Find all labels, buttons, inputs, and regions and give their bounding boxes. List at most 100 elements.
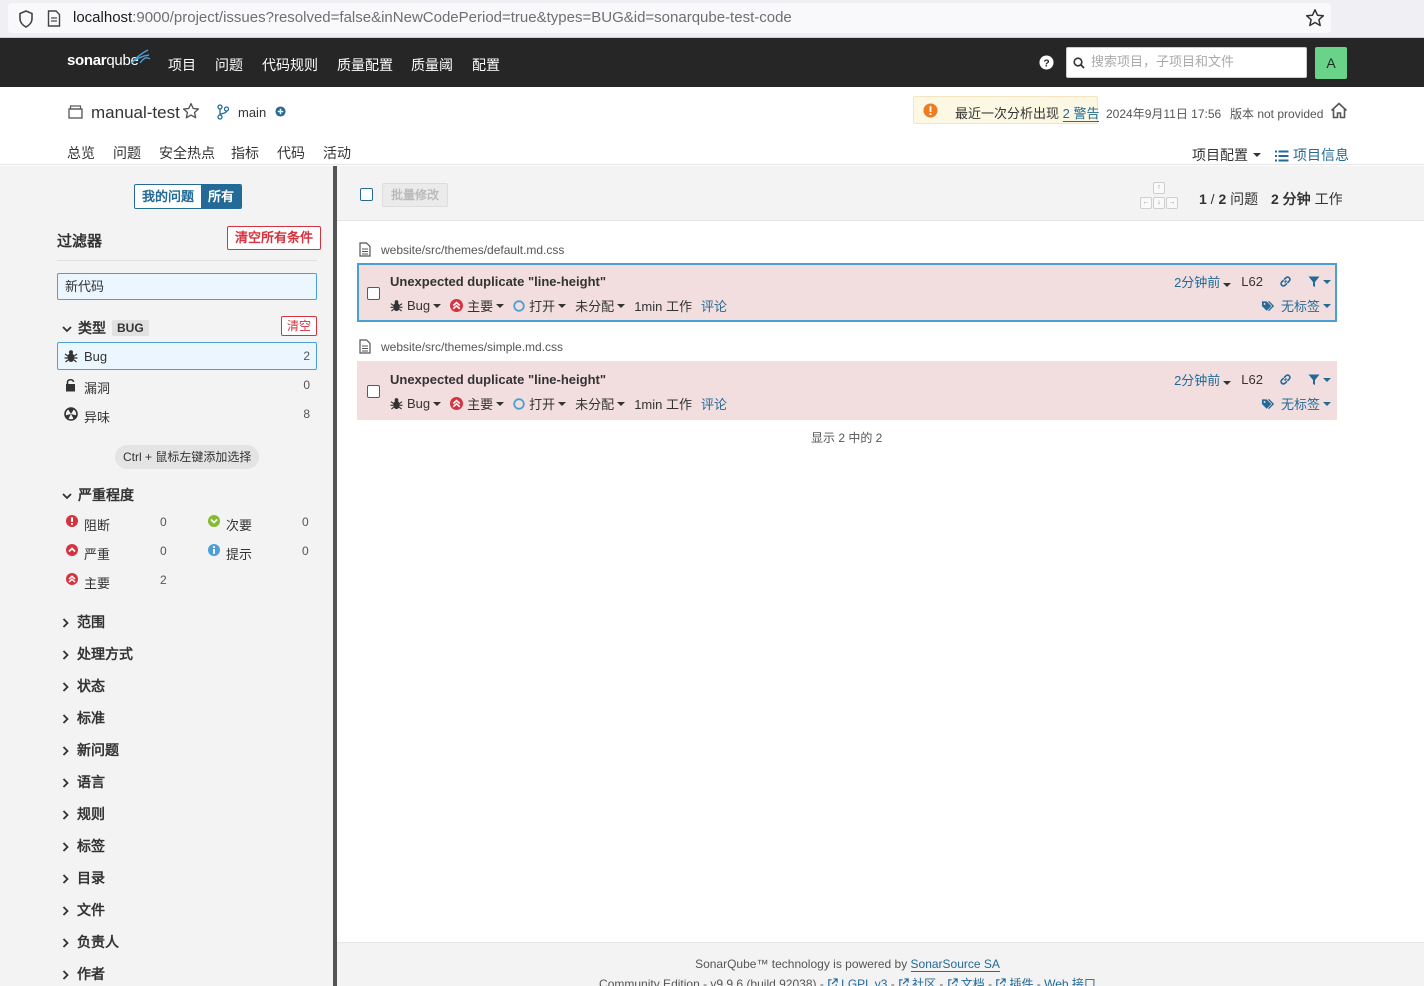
- facet-resolution[interactable]: 处理方式: [62, 644, 133, 664]
- facet-type-clear-button[interactable]: 清空: [281, 316, 318, 336]
- issue-type-dropdown[interactable]: Bug: [390, 396, 442, 411]
- analysis-date: 2024年9月11日 17:56: [1106, 107, 1222, 121]
- severity-filter-minor[interactable]: 次要 0: [208, 512, 318, 534]
- project-info-link[interactable]: 项目信息: [1275, 145, 1349, 165]
- help-icon[interactable]: ?: [1039, 55, 1054, 70]
- nav-quality-profiles[interactable]: 质量配置: [337, 55, 393, 75]
- type-filter-vulnerability[interactable]: 漏洞 0: [57, 371, 317, 399]
- license-link[interactable]: LGPL v3: [827, 977, 887, 986]
- favorite-star-icon[interactable]: [182, 102, 200, 120]
- bug-icon: [390, 398, 403, 410]
- permalink-icon[interactable]: [1279, 373, 1292, 386]
- facet-new-issues[interactable]: 新问题: [62, 740, 119, 760]
- tab-code[interactable]: 代码: [277, 143, 305, 163]
- type-filter-code-smell[interactable]: 异味 8: [57, 400, 317, 428]
- chevron-right-icon: [62, 810, 69, 820]
- branch-add-icon[interactable]: [275, 106, 286, 117]
- branch-name[interactable]: main: [238, 105, 266, 120]
- facet-type-header[interactable]: 类型: [62, 318, 106, 338]
- select-all-checkbox[interactable]: [360, 188, 373, 201]
- project-settings-dropdown[interactable]: 项目配置: [1192, 145, 1261, 165]
- chevron-right-icon: [62, 938, 69, 948]
- issue-changelog-dropdown[interactable]: 2分钟前: [1174, 370, 1232, 389]
- issue-checkbox[interactable]: [367, 385, 380, 398]
- issue-message[interactable]: Unexpected duplicate "line-height": [390, 372, 606, 387]
- issue-row[interactable]: Unexpected duplicate "line-height" Bug 主…: [357, 361, 1337, 420]
- nav-rules[interactable]: 代码规则: [262, 55, 318, 75]
- filters-sidebar: 我的问题 所有 过滤器 清空所有条件 新代码 类型 BUG 清空 Bug 2 漏…: [0, 166, 333, 986]
- nav-administration[interactable]: 配置: [472, 55, 500, 75]
- issue-changelog-dropdown[interactable]: 2分钟前: [1174, 272, 1232, 291]
- new-code-filter[interactable]: 新代码: [57, 273, 317, 300]
- issue-severity-dropdown[interactable]: 主要: [450, 394, 505, 413]
- facet-author[interactable]: 作者: [62, 964, 105, 984]
- search-input[interactable]: [1091, 54, 1301, 69]
- project-name[interactable]: manual-test: [91, 103, 180, 123]
- issue-row[interactable]: Unexpected duplicate "line-height" Bug 主…: [357, 263, 1337, 322]
- web-api-link[interactable]: Web 接口: [1044, 977, 1096, 986]
- bulk-change-button[interactable]: 批量修改: [382, 183, 449, 207]
- user-avatar[interactable]: A: [1315, 47, 1347, 79]
- docs-link[interactable]: 文档: [947, 977, 985, 986]
- type-filter-bug[interactable]: Bug 2: [57, 342, 317, 370]
- facet-status[interactable]: 状态: [62, 676, 105, 696]
- nav-projects[interactable]: 项目: [168, 55, 196, 75]
- external-link-icon: [948, 978, 958, 986]
- facet-scope[interactable]: 范围: [62, 612, 105, 632]
- issue-tags-dropdown[interactable]: 无标签: [1261, 394, 1331, 413]
- issue-comment-link[interactable]: 评论: [701, 394, 727, 413]
- permalink-icon[interactable]: [1279, 275, 1292, 288]
- issue-type-dropdown[interactable]: Bug: [390, 298, 442, 313]
- severity-filter-blocker[interactable]: 阻断 0: [66, 512, 176, 534]
- facet-rules[interactable]: 规则: [62, 804, 105, 824]
- sonarqube-logo[interactable]: sonarqube: [67, 49, 151, 69]
- filter-similar-dropdown[interactable]: [1308, 276, 1331, 288]
- issue-checkbox[interactable]: [367, 287, 380, 300]
- sonarsource-link[interactable]: SonarSource SA: [910, 957, 1000, 972]
- plugins-link[interactable]: 插件: [995, 977, 1033, 986]
- tab-activity[interactable]: 活动: [323, 143, 351, 163]
- tab-security-hotspots[interactable]: 安全热点: [159, 143, 215, 163]
- facet-directories[interactable]: 目录: [62, 868, 105, 888]
- chevron-right-icon: [62, 746, 69, 756]
- filter-similar-dropdown[interactable]: [1308, 374, 1331, 386]
- issue-assignee-dropdown[interactable]: 未分配: [575, 394, 626, 413]
- issue-tags-dropdown[interactable]: 无标签: [1261, 296, 1331, 315]
- issue-line[interactable]: L62: [1241, 372, 1263, 387]
- issue-status-dropdown[interactable]: 打开: [513, 296, 567, 315]
- url-text[interactable]: localhost:9000/project/issues?resolved=f…: [73, 9, 792, 26]
- my-issues-button[interactable]: 我的问题: [135, 185, 202, 208]
- issue-message[interactable]: Unexpected duplicate "line-height": [390, 274, 606, 289]
- facet-assignee[interactable]: 负责人: [62, 932, 119, 952]
- chevron-down-icon: [1323, 279, 1331, 284]
- issue-line[interactable]: L62: [1241, 274, 1263, 289]
- issue-assignee-dropdown[interactable]: 未分配: [575, 296, 626, 315]
- severity-filter-critical[interactable]: 严重 0: [66, 541, 176, 563]
- file-path: website/src/themes/simple.md.css: [381, 340, 564, 354]
- facet-severity-header[interactable]: 严重程度: [62, 485, 134, 505]
- facet-standards[interactable]: 标准: [62, 708, 105, 728]
- home-icon[interactable]: [1330, 102, 1348, 119]
- facet-files[interactable]: 文件: [62, 900, 105, 920]
- clear-all-filters-button[interactable]: 清空所有条件: [227, 226, 322, 250]
- nav-quality-gates[interactable]: 质量阈: [411, 55, 453, 75]
- community-link[interactable]: 社区: [898, 977, 936, 986]
- tab-overview[interactable]: 总览: [67, 143, 95, 163]
- facet-language[interactable]: 语言: [62, 772, 105, 792]
- tab-measures[interactable]: 指标: [231, 143, 259, 163]
- issue-severity-dropdown[interactable]: 主要: [450, 296, 505, 315]
- chevron-right-icon: [62, 682, 69, 692]
- global-search[interactable]: [1066, 47, 1307, 78]
- issue-status-dropdown[interactable]: 打开: [513, 394, 567, 413]
- warning-link[interactable]: 2 警告: [1062, 106, 1100, 122]
- shield-icon[interactable]: [18, 10, 34, 28]
- facet-tags[interactable]: 标签: [62, 836, 105, 856]
- issue-comment-link[interactable]: 评论: [701, 296, 727, 315]
- severity-filter-info[interactable]: 提示 0: [208, 541, 318, 563]
- all-issues-button[interactable]: 所有: [201, 185, 242, 208]
- nav-issues[interactable]: 问题: [215, 55, 243, 75]
- bookmark-star-icon[interactable]: [1305, 8, 1325, 28]
- severity-filter-major[interactable]: 主要 2: [66, 570, 176, 592]
- type-label: 异味: [84, 410, 111, 425]
- page-icon: [47, 10, 61, 27]
